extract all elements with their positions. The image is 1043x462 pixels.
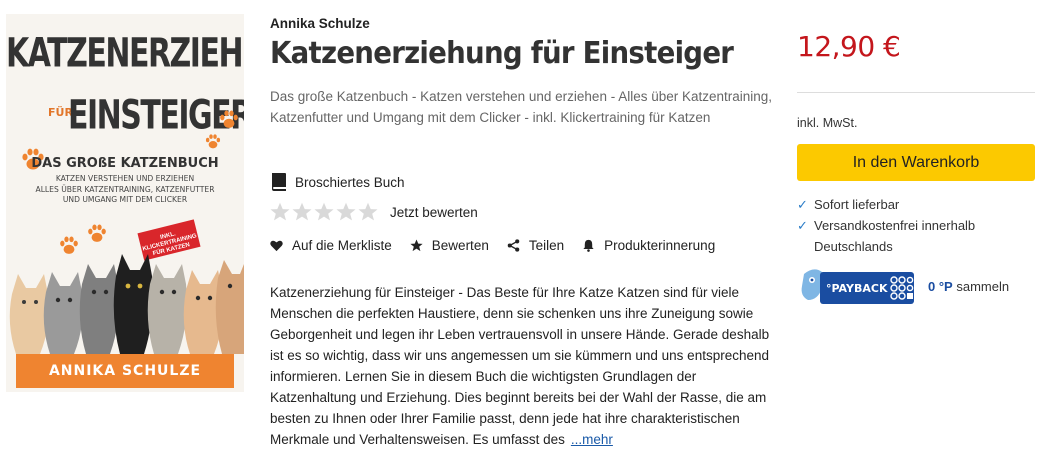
paw-print-icon	[205, 134, 221, 149]
add-to-cart-button[interactable]: In den Warenkorb	[797, 144, 1035, 181]
description-text: Katzenerziehung für Einsteiger - Das Bes…	[270, 285, 770, 447]
star-icon[interactable]	[270, 202, 290, 222]
product-reminder-button[interactable]: Produkterinnerung	[582, 238, 715, 253]
kittens-illustration	[9, 254, 244, 354]
reminder-label: Produkterinnerung	[604, 238, 716, 253]
star-icon[interactable]	[336, 202, 356, 222]
star-icon[interactable]	[358, 202, 378, 222]
payback-row: °PAYBACK 0 °P sammeln	[800, 266, 1009, 306]
cover-author-band: ANNIKA SCHULZE	[16, 354, 234, 388]
wishlist-label: Auf die Merkliste	[292, 238, 392, 253]
cover-description: KATZEN VERSTEHEN UND ERZIEHEN ALLES ÜBER…	[20, 174, 230, 206]
author-link[interactable]: Annika Schulze	[270, 16, 370, 31]
star-icon[interactable]	[292, 202, 312, 222]
tax-note: inkl. MwSt.	[797, 116, 858, 130]
payback-points: 0 °P sammeln	[928, 279, 1009, 294]
cover-desc-line: UND UMGANG MIT DEM CLICKER	[62, 195, 188, 204]
star-icon[interactable]	[314, 202, 334, 222]
rate-now-link[interactable]: Jetzt bewerten	[390, 205, 478, 220]
shipping-item: ✓ Versandkostenfrei innerhalb Deutschlan…	[797, 215, 1019, 257]
share-label: Teilen	[528, 238, 565, 253]
heart-icon	[270, 240, 283, 252]
checkmark-icon: ✓	[797, 218, 808, 233]
payback-logo[interactable]: °PAYBACK	[800, 266, 916, 306]
wishlist-button[interactable]: Auf die Merkliste	[270, 238, 392, 253]
shipping-text: Versandkostenfrei innerhalb Deutschlands	[814, 218, 976, 254]
read-more-link[interactable]: ...mehr	[571, 432, 613, 447]
product-actions: Auf die Merkliste Bewerten Teilen Produk…	[270, 238, 733, 253]
divider	[797, 92, 1035, 93]
availability-text: Sofort lieferbar	[814, 197, 900, 212]
cover-subtitle: DAS GROßE KATZENBUCH	[31, 156, 219, 171]
book-icon	[272, 173, 286, 191]
bell-icon	[583, 239, 594, 252]
book-cover-image[interactable]: KATZENERZIEHUNG FÜR EINSTEIGER DAS GROßE…	[6, 14, 244, 392]
product-description: Katzenerziehung für Einsteiger - Das Bes…	[270, 282, 775, 450]
product-subtitle: Das große Katzenbuch - Katzen verstehen …	[270, 89, 773, 125]
product-title: Katzenerziehung für Einsteiger	[270, 36, 734, 71]
payback-points-value: 0 °P	[928, 278, 953, 294]
payback-points-label: sammeln	[956, 278, 1010, 294]
format-row: Broschiertes Buch	[270, 172, 405, 192]
availability-item: ✓ Sofort lieferbar	[797, 194, 1019, 215]
cover-desc-line: KATZEN VERSTEHEN UND ERZIEHEN	[55, 174, 195, 183]
cover-desc-line: ALLES ÜBER KATZENTRAINING, KATZENFUTTER	[35, 184, 215, 194]
cover-title-line1: KATZENERZIEHUNG	[6, 30, 244, 78]
paw-print-icon	[220, 110, 238, 128]
rating-row: Jetzt bewerten	[270, 202, 478, 222]
paw-print-icon	[60, 236, 78, 254]
share-button[interactable]: Teilen	[507, 238, 564, 253]
star-icon	[410, 239, 423, 252]
payback-logo-text: °PAYBACK	[826, 282, 888, 295]
star-rating[interactable]	[270, 202, 380, 222]
rate-label: Bewerten	[431, 238, 489, 253]
paw-print-icon	[88, 224, 106, 242]
checkmark-icon: ✓	[797, 197, 808, 212]
rate-button[interactable]: Bewerten	[410, 238, 489, 253]
format-label: Broschiertes Buch	[295, 174, 405, 190]
delivery-info: ✓ Sofort lieferbar ✓ Versandkostenfrei i…	[797, 194, 1019, 257]
price: 12,90 €	[797, 30, 901, 63]
share-icon	[507, 239, 520, 252]
